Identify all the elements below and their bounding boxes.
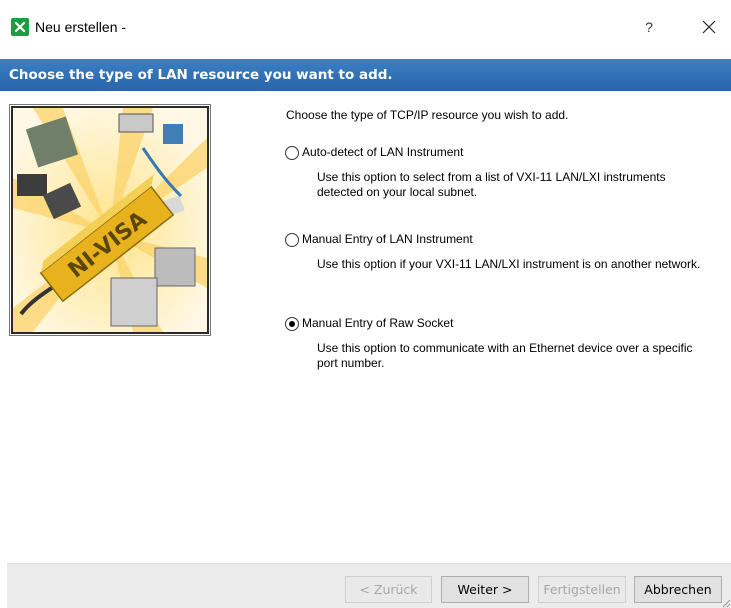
wizard-image: NI-VISA: [9, 104, 211, 336]
intro-text: Choose the type of TCP/IP resource you w…: [286, 108, 569, 122]
title-bar: Neu erstellen - ?: [0, 0, 731, 58]
cancel-button[interactable]: Abbrechen: [634, 576, 722, 603]
option-label[interactable]: Manual Entry of Raw Socket: [302, 316, 453, 331]
window-title: Neu erstellen -: [35, 19, 127, 35]
resize-grip-icon[interactable]: [719, 596, 731, 608]
option-label[interactable]: Manual Entry of LAN Instrument: [302, 232, 473, 247]
option-description: Use this option if your VXI-11 LAN/LXI i…: [317, 257, 701, 271]
button-bar: < Zurück Weiter > Fertigstellen Abbreche…: [7, 563, 731, 608]
radio-manual-lan[interactable]: [285, 233, 299, 247]
back-button[interactable]: < Zurück: [345, 576, 432, 603]
banner-text: Choose the type of LAN resource you want…: [9, 67, 393, 83]
radio-selected-dot: [289, 321, 295, 327]
radio-auto-detect[interactable]: [285, 146, 299, 160]
help-button[interactable]: ?: [641, 18, 657, 36]
finish-button[interactable]: Fertigstellen: [538, 576, 626, 603]
option-description: Use this option to select from a list of…: [317, 170, 666, 199]
close-button[interactable]: [698, 16, 720, 38]
option-description: Use this option to communicate with an E…: [317, 341, 693, 370]
next-button[interactable]: Weiter >: [441, 576, 529, 603]
radio-raw-socket[interactable]: [285, 317, 299, 331]
ni-max-icon: [11, 18, 29, 36]
header-banner: Choose the type of LAN resource you want…: [0, 59, 731, 91]
close-icon: [702, 20, 716, 34]
option-label[interactable]: Auto-detect of LAN Instrument: [302, 145, 463, 160]
